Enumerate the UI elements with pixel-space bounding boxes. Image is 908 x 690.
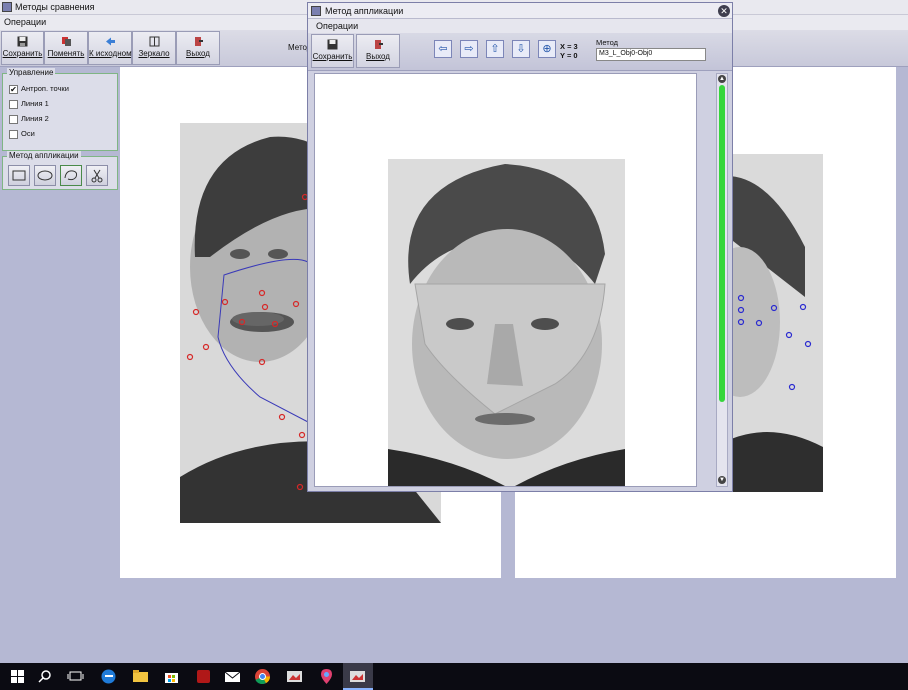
x-readout: X = 3 (560, 42, 578, 51)
center-button[interactable]: ⊕ (538, 40, 556, 58)
rectangle-select-icon (12, 170, 26, 181)
control-group-title: Управление (7, 68, 56, 77)
checkbox-label: Антроп. точки (21, 84, 69, 93)
reset-button-label: К исходному (89, 49, 136, 58)
method-field[interactable]: M3_L_Obj0-Obj0 (596, 48, 706, 61)
menu-operations[interactable]: Операции (4, 17, 46, 27)
method-group-title: Метод аппликации (7, 151, 81, 160)
application-method-dialog: Метод аппликации ✕ Операции Сохранить Вы… (307, 2, 733, 492)
save-button-label: Сохранить (2, 49, 43, 58)
scissors-button[interactable] (86, 165, 108, 186)
checkbox-anthropometric-points[interactable]: ✔ Антроп. точки (9, 84, 69, 96)
edge-icon[interactable] (100, 668, 117, 685)
photo-app-active-icon (350, 671, 365, 682)
mirror-icon (149, 36, 159, 47)
checkbox-unchecked[interactable] (9, 99, 18, 109)
save-icon (327, 39, 338, 50)
maps-app-icon[interactable] (318, 668, 335, 685)
mirror-button[interactable]: Зеркало (132, 31, 176, 65)
save-button[interactable]: Сохранить (1, 31, 44, 65)
arrow-right-icon: ⇨ (464, 43, 474, 55)
scrollbar-thumb[interactable] (719, 85, 725, 402)
swap-button[interactable]: Поменять (44, 31, 88, 65)
swap-icon (61, 37, 71, 46)
dialog-app-icon (311, 6, 321, 16)
scroll-down-icon[interactable]: ▼ (718, 476, 726, 484)
dialog-save-button[interactable]: Сохранить (311, 34, 354, 68)
checkbox-axes[interactable]: Оси (9, 129, 35, 141)
search-icon[interactable] (37, 668, 54, 685)
dialog-toolbar: Сохранить Выход ⇦ ⇨ ⇧ ⇩ ⊕ X = 3 Y = 0 Ме… (308, 33, 732, 71)
method-label: Метод (596, 38, 618, 47)
freeform-select-icon (64, 170, 78, 181)
exit-door-icon (374, 40, 383, 49)
app-icon (2, 2, 12, 12)
checkbox-label: Линия 2 (21, 114, 49, 123)
freeform-select-button[interactable] (60, 165, 82, 186)
photo-app-icon[interactable] (286, 668, 303, 685)
dialog-save-label: Сохранить (312, 52, 353, 61)
ellipse-select-icon (37, 170, 53, 181)
arrow-left-icon: ⇦ (438, 43, 448, 55)
scissors-icon (91, 169, 103, 183)
application-method-group: Метод аппликации (2, 151, 118, 190)
close-icon[interactable]: ✕ (718, 5, 730, 17)
reset-button[interactable]: К исходному (88, 31, 136, 65)
checkbox-checked[interactable]: ✔ (9, 84, 18, 94)
dialog-preview-canvas[interactable] (314, 73, 697, 487)
exit-button[interactable]: Выход (176, 31, 220, 65)
dialog-title: Метод аппликации (325, 6, 404, 16)
dialog-title-bar: Метод аппликации ✕ (308, 3, 732, 19)
save-icon (17, 36, 28, 47)
checkbox-line-2[interactable]: Линия 2 (9, 114, 49, 126)
checkbox-label: Линия 1 (21, 99, 49, 108)
checkbox-unchecked[interactable] (9, 129, 18, 139)
arrow-down-button[interactable]: ⇩ (512, 40, 530, 58)
arrow-up-button[interactable]: ⇧ (486, 40, 504, 58)
mail-icon[interactable] (224, 668, 241, 685)
active-app-tile[interactable] (343, 663, 373, 690)
arrow-left-button[interactable]: ⇦ (434, 40, 452, 58)
checkbox-label: Оси (21, 129, 35, 138)
file-explorer-icon[interactable] (132, 668, 149, 685)
center-target-icon: ⊕ (542, 43, 552, 55)
exit-button-label: Выход (186, 49, 210, 58)
windows-start-icon[interactable] (9, 668, 26, 685)
chrome-icon[interactable] (254, 668, 271, 685)
dialog-vertical-scrollbar[interactable]: ▲ ▼ (716, 73, 728, 487)
store-icon[interactable] (163, 668, 180, 685)
rectangle-select-button[interactable] (8, 165, 30, 186)
dialog-menu-bar: Операции (308, 19, 732, 33)
checkbox-unchecked[interactable] (9, 114, 18, 124)
checkbox-line-1[interactable]: Линия 1 (9, 99, 49, 111)
main-window-title: Методы сравнения (15, 2, 95, 12)
reset-arrow-icon (105, 37, 115, 46)
ellipse-select-button[interactable] (34, 165, 56, 186)
arrow-down-icon: ⇩ (516, 43, 526, 55)
dialog-exit-button[interactable]: Выход (356, 34, 400, 68)
scroll-up-icon[interactable]: ▲ (718, 75, 726, 83)
dialog-exit-label: Выход (366, 52, 390, 61)
swap-button-label: Поменять (47, 49, 85, 58)
arrow-up-icon: ⇧ (490, 43, 500, 55)
composite-face-photo (388, 159, 625, 486)
task-view-icon[interactable] (67, 668, 84, 685)
left-control-panel: Управление ✔ Антроп. точки Линия 1 Линия … (0, 67, 119, 663)
red-app-icon[interactable] (195, 668, 212, 685)
mirror-button-label: Зеркало (138, 49, 170, 58)
control-group: Управление ✔ Антроп. точки Линия 1 Линия … (2, 68, 118, 151)
arrow-right-button[interactable]: ⇨ (460, 40, 478, 58)
dialog-menu-operations[interactable]: Операции (316, 21, 358, 31)
y-readout: Y = 0 (560, 51, 578, 60)
windows-taskbar (0, 663, 908, 690)
exit-door-icon (194, 37, 203, 46)
